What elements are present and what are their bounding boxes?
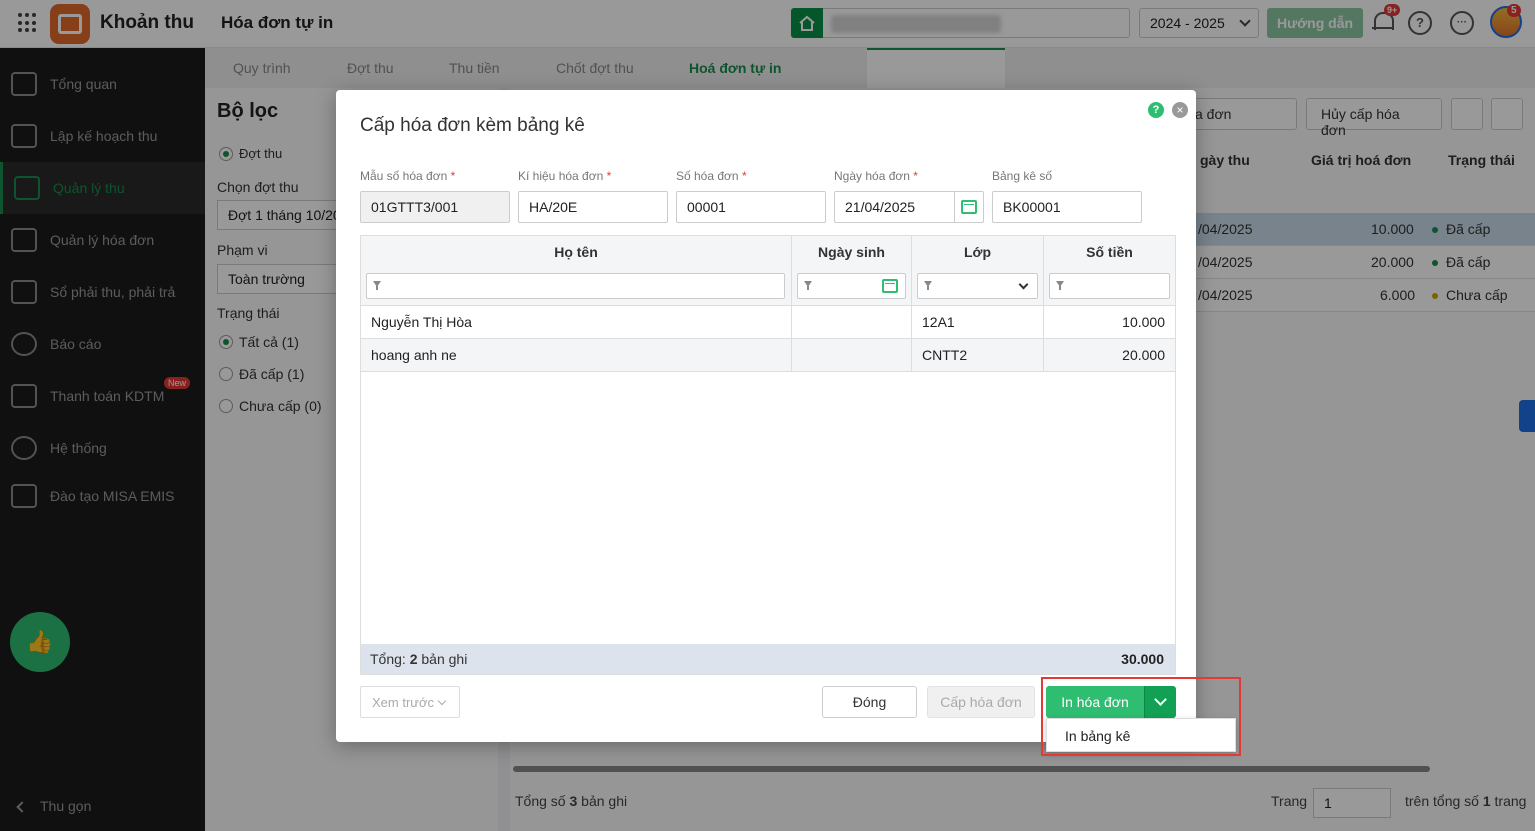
table-row[interactable]: Nguyễn Thị Hòa 12A1 10.000 bbox=[361, 306, 1175, 339]
column-header-amount: Số tiền bbox=[1086, 244, 1133, 260]
symbol-label: Kí hiệu hóa đơn * bbox=[518, 169, 611, 183]
filter-icon bbox=[1056, 281, 1064, 290]
student-grid: Họ tên Ngày sinh Lớp Số tiền Nguyễn Thị … bbox=[360, 235, 1176, 675]
symbol-field[interactable]: HA/20E bbox=[518, 191, 668, 223]
required-mark: * bbox=[913, 169, 918, 183]
preview-label: Xem trước bbox=[372, 695, 435, 710]
calendar-icon[interactable] bbox=[961, 200, 977, 214]
total-suffix: bản ghi bbox=[421, 651, 468, 667]
preview-button[interactable]: Xem trước bbox=[360, 686, 460, 718]
total-amount: 30.000 bbox=[1121, 651, 1164, 667]
dialog-title: Cấp hóa đơn kèm bảng kê bbox=[360, 115, 585, 136]
required-mark: * bbox=[741, 169, 747, 183]
grid-total-row: Tổng: 2 bản ghi 30.000 bbox=[361, 644, 1175, 674]
filter-icon bbox=[804, 281, 812, 290]
filter-icon bbox=[924, 281, 932, 290]
close-button[interactable]: Đóng bbox=[822, 686, 917, 718]
class-filter-select[interactable] bbox=[917, 273, 1038, 299]
column-divider bbox=[911, 306, 912, 372]
cell-class: CNTT2 bbox=[922, 347, 968, 363]
column-header-class: Lớp bbox=[963, 244, 992, 260]
cell-name: Nguyễn Thị Hòa bbox=[371, 314, 472, 330]
cell-class: 12A1 bbox=[922, 314, 955, 330]
help-icon[interactable]: ? bbox=[1148, 102, 1164, 118]
name-filter-input[interactable] bbox=[366, 273, 785, 299]
total-prefix: Tổng: bbox=[370, 651, 406, 667]
number-label-text: Số hóa đơn bbox=[676, 169, 739, 183]
column-header-dob: Ngày sinh bbox=[818, 244, 885, 260]
date-label: Ngày hóa đơn * bbox=[834, 169, 918, 183]
list-number-field[interactable]: BK00001 bbox=[992, 191, 1142, 223]
list-number-label: Bảng kê số bbox=[992, 169, 1053, 183]
calendar-icon[interactable] bbox=[882, 279, 898, 293]
template-field: 01GTTT3/001 bbox=[360, 191, 510, 223]
highlight-annotation bbox=[1041, 677, 1241, 756]
total-label: Tổng: 2 bản ghi bbox=[370, 651, 467, 667]
invoice-number-field[interactable]: 00001 bbox=[676, 191, 826, 223]
issue-invoice-dialog: Cấp hóa đơn kèm bảng kê ? × Mẫu số hóa đ… bbox=[336, 90, 1196, 742]
chevron-down-icon bbox=[1018, 279, 1029, 290]
column-divider bbox=[1043, 306, 1044, 372]
filter-icon bbox=[373, 281, 381, 290]
number-label: Số hóa đơn * bbox=[676, 169, 747, 183]
close-icon[interactable]: × bbox=[1172, 102, 1188, 118]
date-label-text: Ngày hóa đơn bbox=[834, 169, 910, 183]
amount-filter-input[interactable] bbox=[1049, 273, 1170, 299]
required-mark: * bbox=[450, 169, 456, 183]
symbol-label-text: Kí hiệu hóa đơn bbox=[518, 169, 604, 183]
total-count: 2 bbox=[409, 651, 418, 667]
chevron-down-icon bbox=[437, 696, 447, 706]
table-row[interactable]: hoang anh ne CNTT2 20.000 bbox=[361, 339, 1175, 372]
required-mark: * bbox=[606, 169, 612, 183]
cell-amount: 10.000 bbox=[1122, 314, 1165, 330]
cell-name: hoang anh ne bbox=[371, 347, 457, 363]
dob-filter-input[interactable] bbox=[797, 273, 906, 299]
column-header-name: Họ tên bbox=[554, 244, 598, 260]
grid-header: Họ tên Ngày sinh Lớp Số tiền bbox=[361, 236, 1175, 306]
issue-invoice-button[interactable]: Cấp hóa đơn bbox=[927, 686, 1035, 718]
column-divider bbox=[791, 306, 792, 372]
cell-amount: 20.000 bbox=[1122, 347, 1165, 363]
date-field-divider bbox=[954, 191, 955, 223]
template-label-text: Mẫu số hóa đơn bbox=[360, 169, 448, 183]
template-label: Mẫu số hóa đơn * bbox=[360, 169, 455, 183]
